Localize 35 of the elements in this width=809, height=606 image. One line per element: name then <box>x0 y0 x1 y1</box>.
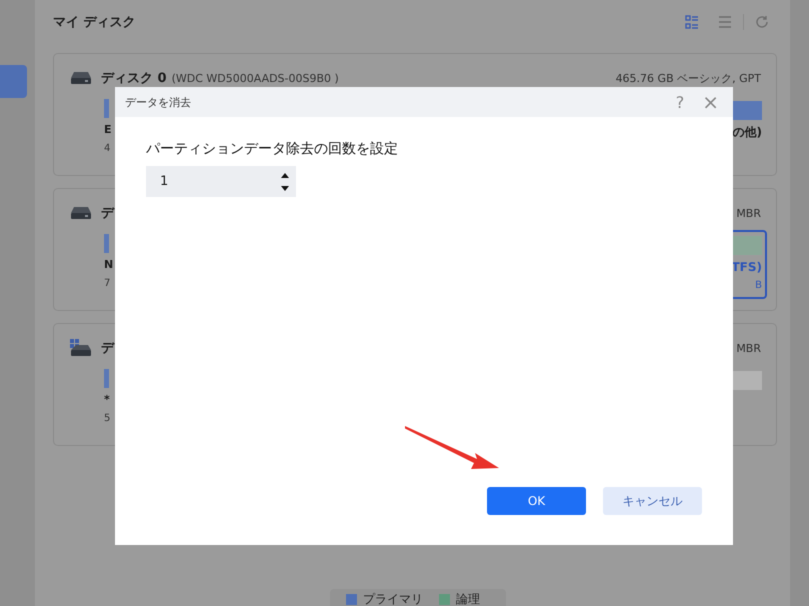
help-button[interactable]: ? <box>676 92 684 112</box>
hard-drive-icon <box>70 71 92 85</box>
refresh-icon[interactable] <box>755 15 769 29</box>
grid-view-icon[interactable] <box>685 15 699 29</box>
partition-bar[interactable] <box>104 369 109 388</box>
hard-drive-icon <box>70 206 92 220</box>
disk-model: (WDC WD5000AADS-00S9B0 ) <box>172 72 339 84</box>
partition-bar[interactable] <box>104 234 109 253</box>
system-drive-icon <box>70 339 92 357</box>
prompt-text: パーティションデータ除去の回数を設定 <box>146 140 399 158</box>
disk-info: 465.76 GB ベーシック, GPT <box>616 70 761 86</box>
partition-size: 7 <box>104 277 110 291</box>
disk-info: MBR <box>736 206 761 220</box>
partition-size: 4 <box>104 142 110 156</box>
partition-label: * <box>104 392 110 408</box>
page-title: マイ ディスク <box>53 14 136 31</box>
disk-name: ディスク 0 <box>101 70 167 87</box>
partition-label: E <box>104 122 112 138</box>
sidebar-tab[interactable] <box>0 65 27 98</box>
legend-label: 論理 <box>456 591 480 606</box>
partition-tile[interactable]: の他) <box>721 95 767 156</box>
disk-name: デ <box>101 205 114 222</box>
dialog-title: データを消去 <box>125 94 191 110</box>
partition-label: N <box>104 257 114 273</box>
cancel-button[interactable]: キャンセル <box>603 487 702 515</box>
stepper-arrows-icon[interactable] <box>280 170 290 192</box>
disk-name: デ <box>101 340 114 357</box>
disk-info: MBR <box>736 342 761 354</box>
partition-bar[interactable] <box>104 99 109 118</box>
legend-label: プライマリ <box>363 591 423 606</box>
ok-button[interactable]: OK <box>487 487 586 515</box>
number-spinner[interactable]: 1 <box>146 166 296 197</box>
list-view-icon[interactable] <box>718 15 732 29</box>
close-button[interactable]: × <box>702 90 719 114</box>
partition-size: 5 <box>104 412 110 426</box>
